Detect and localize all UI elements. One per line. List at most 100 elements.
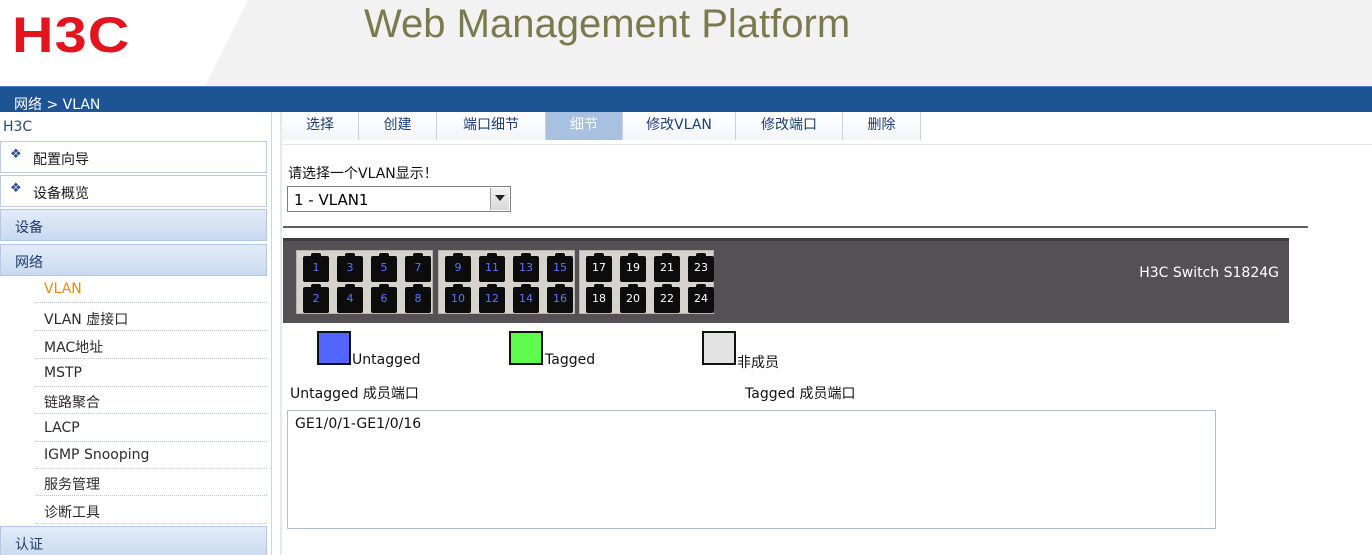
untagged-members-value: GE1/0/1-GE1/0/16 — [295, 416, 422, 432]
sidebar-item-vlan[interactable]: VLAN — [36, 276, 267, 303]
section-divider — [283, 226, 1308, 228]
tagged-legend-label: Tagged — [545, 352, 596, 368]
port-3[interactable]: 3 — [337, 253, 363, 282]
port-number: 17 — [592, 261, 606, 274]
sidebar-item-mac-address[interactable]: MAC地址 — [36, 332, 267, 359]
tab-port-detail[interactable]: 端口细节 — [437, 112, 546, 140]
port-13[interactable]: 13 — [513, 253, 539, 282]
sidebar-item-link-aggregation[interactable]: 链路聚合 — [36, 387, 267, 414]
port-number: 12 — [485, 292, 499, 305]
tab-modify-vlan[interactable]: 修改VLAN — [623, 112, 736, 140]
port-5[interactable]: 5 — [371, 253, 397, 282]
port-2[interactable]: 2 — [303, 284, 329, 313]
vlan-select[interactable]: 1 - VLAN1 — [287, 186, 511, 212]
content-divider — [280, 112, 282, 555]
tab-label: 修改端口 — [761, 117, 817, 133]
tagged-legend-swatch — [509, 331, 543, 365]
port-group: 1 3 5 7 2 4 6 8 — [296, 250, 433, 314]
port-number: 10 — [451, 292, 465, 305]
port-number: 23 — [694, 261, 708, 274]
category-label: 网络 — [15, 255, 43, 271]
sidebar-brand: H3C — [3, 119, 33, 135]
port-22[interactable]: 22 — [654, 284, 680, 313]
port-number: 7 — [414, 261, 422, 274]
port-12[interactable]: 12 — [479, 284, 505, 313]
tab-label: 端口细节 — [463, 117, 519, 133]
sidebar-item-diagnostic-tools[interactable]: 诊断工具 — [36, 497, 267, 524]
sidebar: H3C ❖ 配置向导 ❖ 设备概览 设备 网络 VLAN VLAN 虚接口 MA… — [0, 112, 272, 555]
tab-label: 修改VLAN — [646, 117, 712, 133]
sidebar-item-service-management[interactable]: 服务管理 — [36, 469, 267, 496]
port-17[interactable]: 17 — [586, 253, 612, 282]
port-24[interactable]: 24 — [688, 284, 714, 313]
sidebar-item-igmp-snooping[interactable]: IGMP Snooping — [36, 442, 267, 469]
port-18[interactable]: 18 — [586, 284, 612, 313]
port-number: 5 — [380, 261, 388, 274]
sidebar-item-label: 服务管理 — [44, 477, 100, 493]
category-label: 设备 — [15, 220, 43, 236]
sidebar-item-mstp[interactable]: MSTP — [36, 360, 267, 387]
port-10[interactable]: 10 — [445, 284, 471, 313]
port-number: 3 — [346, 261, 354, 274]
port-number: 1 — [312, 261, 320, 274]
port-number: 8 — [414, 292, 422, 305]
breadcrumb: 网络 > VLAN — [14, 97, 101, 113]
port-21[interactable]: 21 — [654, 253, 680, 282]
sidebar-item-label: MAC地址 — [44, 340, 104, 356]
sidebar-item-config-wizard[interactable]: ❖ 配置向导 — [0, 141, 267, 173]
port-19[interactable]: 19 — [620, 253, 646, 282]
sidebar-item-vlan-interface[interactable]: VLAN 虚接口 — [36, 304, 267, 331]
dropdown-arrow-icon[interactable] — [490, 188, 509, 210]
tab-bar: 选择 创建 端口细节 细节 修改VLAN 修改端口 删除 — [282, 112, 1372, 145]
port-15[interactable]: 15 — [547, 253, 573, 282]
port-7[interactable]: 7 — [405, 253, 431, 282]
sidebar-item-label: 设备概览 — [33, 186, 89, 202]
logo-area: H3C — [0, 0, 248, 86]
port-number: 9 — [454, 261, 462, 274]
port-23[interactable]: 23 — [688, 253, 714, 282]
app-window: H3C Web Management Platform 网络 > VLAN H3… — [0, 0, 1372, 555]
port-1[interactable]: 1 — [303, 253, 329, 282]
sidebar-item-device-overview[interactable]: ❖ 设备概览 — [0, 175, 267, 207]
port-9[interactable]: 9 — [445, 253, 471, 282]
h3c-logo: H3C — [12, 7, 131, 63]
port-group: 17 19 21 23 18 20 22 24 — [579, 250, 714, 314]
sidebar-item-label: 链路聚合 — [44, 395, 100, 411]
port-number: 4 — [346, 292, 354, 305]
port-number: 20 — [626, 292, 640, 305]
nonmember-legend-label: 非成员 — [737, 355, 779, 371]
port-number: 21 — [660, 261, 674, 274]
tab-select[interactable]: 选择 — [282, 112, 359, 140]
port-group: 9 11 13 15 10 12 14 16 — [438, 250, 575, 314]
breadcrumb-bar: 网络 > VLAN — [0, 86, 1372, 113]
diamond-bullet-icon: ❖ — [10, 181, 22, 196]
port-4[interactable]: 4 — [337, 284, 363, 313]
platform-title: Web Management Platform — [364, 2, 851, 46]
members-box: GE1/0/1-GE1/0/16 — [287, 410, 1216, 529]
sidebar-category-device[interactable]: 设备 — [0, 209, 267, 241]
sidebar-item-label: VLAN — [44, 281, 82, 297]
untagged-legend-swatch — [317, 331, 351, 365]
tab-delete[interactable]: 删除 — [843, 112, 921, 140]
tab-modify-port[interactable]: 修改端口 — [736, 112, 843, 140]
port-number: 18 — [592, 292, 606, 305]
port-11[interactable]: 11 — [479, 253, 505, 282]
port-14[interactable]: 14 — [513, 284, 539, 313]
port-20[interactable]: 20 — [620, 284, 646, 313]
sidebar-category-auth[interactable]: 认证 — [0, 526, 267, 555]
port-number: 6 — [380, 292, 388, 305]
tab-detail[interactable]: 细节 — [546, 112, 623, 140]
sidebar-item-label: 配置向导 — [33, 152, 89, 168]
port-number: 13 — [519, 261, 533, 274]
port-number: 24 — [694, 292, 708, 305]
sidebar-category-network[interactable]: 网络 — [0, 244, 267, 276]
port-6[interactable]: 6 — [371, 284, 397, 313]
sidebar-item-lacp[interactable]: LACP — [36, 415, 267, 442]
untagged-members-title: Untagged 成员端口 — [290, 386, 419, 402]
port-16[interactable]: 16 — [547, 284, 573, 313]
switch-panel: H3C Switch S1824G 1 3 5 7 2 4 6 8 9 11 13 15 10 12 14 1… — [283, 238, 1289, 323]
tab-create[interactable]: 创建 — [359, 112, 437, 140]
port-8[interactable]: 8 — [405, 284, 431, 313]
header: H3C Web Management Platform — [0, 0, 1372, 86]
tab-label: 删除 — [867, 117, 896, 133]
